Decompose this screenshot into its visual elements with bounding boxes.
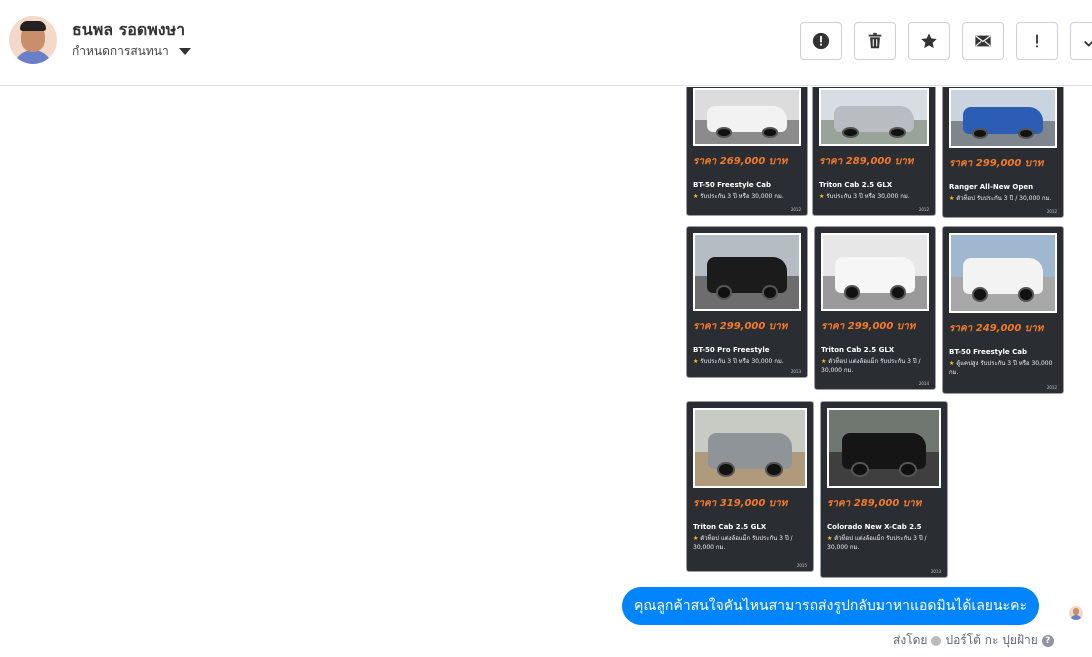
car-photo — [949, 233, 1057, 313]
car-listing-card[interactable]: ราคา 289,000 บาท Colorado New X-Cab 2.5 ★ … — [820, 401, 948, 578]
car-feature-text: รับประกัน 3 ปี หรือ 30,000 กม. — [700, 358, 784, 365]
caret-down-icon — [178, 48, 191, 55]
seen-avatar — [1069, 606, 1083, 620]
alert-circle-icon — [812, 32, 830, 50]
car-feature-text: ตัวท็อป แต่งล้อแม็ก รับประกัน 3 ปี / 30,… — [693, 535, 793, 551]
car-price: ราคา 269,000 บาท — [693, 156, 788, 167]
car-listing-card[interactable]: ราคา 289,000 บาท Triton Cab 2.5 GLX ★ รับป… — [812, 87, 936, 216]
car-year: 2013 — [930, 569, 941, 574]
car-feature-text: ตัวท็อป รับประกัน 3 ปี / 30,000 กม. — [956, 195, 1052, 202]
car-listing-card[interactable]: ราคา 269,000 บาท BT-50 Freestyle Cab ★ รับ… — [686, 87, 808, 216]
car-model: Triton Cab 2.5 GLX — [693, 523, 767, 531]
car-listing-card[interactable]: ราคา 319,000 บาท Triton Cab 2.5 GLX ★ ตัวท… — [686, 401, 814, 572]
car-price: ราคา 299,000 บาท — [693, 321, 788, 332]
car-price: ราคา 319,000 บาท — [693, 498, 788, 509]
car-features: ★ ตัวท็อป แต่งล้อแม็ก รับประกัน 3 ปี / 3… — [693, 534, 807, 552]
car-feature-text: รับประกัน 3 ปี หรือ 30,000 กม. — [700, 193, 784, 200]
trash-icon — [868, 32, 882, 49]
car-features: ★ ตัวท็อป รับประกัน 3 ปี / 30,000 กม. — [949, 194, 1057, 203]
car-features: ★ ตัวท็อป แต่งล้อแม็ก รับประกัน 3 ปี / 3… — [827, 534, 941, 552]
car-year: 2014 — [918, 381, 929, 386]
conversation-schedule-dropdown[interactable]: กำหนดการสนทนา — [72, 42, 191, 61]
car-feature-text: ตัวท็อป แต่งล้อแม็ก รับประกัน 3 ปี / 30,… — [827, 535, 927, 551]
star-button[interactable] — [908, 22, 950, 60]
car-year: 2013 — [790, 369, 801, 374]
contact-name[interactable]: ธนพล รอดพงษา — [72, 18, 185, 43]
star-icon — [921, 33, 937, 49]
car-photo — [827, 408, 941, 488]
car-model: Ranger All-New Open — [949, 183, 1034, 191]
car-feature-text: รับประกัน 3 ปี หรือ 30,000 กม. — [826, 193, 910, 200]
alert-button[interactable] — [800, 22, 842, 60]
mark-unread-button[interactable] — [962, 22, 1004, 60]
car-model: Colorado New X-Cab 2.5 — [827, 523, 922, 531]
header-actions — [800, 22, 1092, 60]
help-icon[interactable]: ? — [1041, 634, 1054, 647]
mark-done-button[interactable] — [1070, 22, 1092, 60]
car-price: ราคา 299,000 บาท — [821, 321, 916, 332]
car-listing-card[interactable]: ราคา 299,000 บาท BT-50 Pro Freestyle ★ รับ… — [686, 226, 808, 378]
exclamation-icon — [1036, 34, 1038, 48]
conversation-schedule-label: กำหนดการสนทนา — [72, 44, 169, 58]
car-year: 2012 — [790, 207, 801, 212]
car-photo — [693, 88, 801, 146]
verified-icon — [931, 635, 942, 646]
car-feature-text: ตู้แคปสูง รับประกัน 3 ปี หรือ 30,000 กม. — [949, 360, 1053, 376]
message-thread[interactable]: ราคา 269,000 บาท BT-50 Freestyle Cab ★ รับ… — [0, 87, 1092, 657]
car-year: 2015 — [796, 563, 807, 568]
car-photo — [949, 88, 1057, 148]
car-features: ★ ตู้แคปสูง รับประกัน 3 ปี หรือ 30,000 ก… — [949, 359, 1057, 377]
car-photo — [693, 233, 801, 311]
car-photo — [693, 408, 807, 488]
car-listing-card[interactable]: ราคา 249,000 บาท BT-50 Freestyle Cab ★ ตู้… — [942, 226, 1064, 394]
message-bubble[interactable]: คุณลูกค้าสนใจคันไหนสามารถส่งรูปกลับมาหาแ… — [622, 587, 1039, 625]
sender-name[interactable]: ปอร์โต้ กะ ปุยฝ้าย — [945, 631, 1037, 650]
car-feature-text: ตัวท็อป แต่งล้อแม็ก รับประกัน 3 ปี / 30,… — [821, 358, 921, 374]
car-listing-card[interactable]: ราคา 299,000 บาท Ranger All-New Open ★ ตัว… — [942, 87, 1064, 218]
car-price: ราคา 249,000 บาท — [949, 323, 1044, 334]
car-year: 2012 — [918, 207, 929, 212]
car-year: 2012 — [1046, 209, 1057, 214]
car-model: BT-50 Pro Freestyle — [693, 346, 770, 354]
car-model: BT-50 Freestyle Cab — [949, 348, 1027, 356]
conversation-header: ธนพล รอดพงษา กำหนดการสนทนา — [0, 0, 1092, 86]
car-listing-card[interactable]: ราคา 299,000 บาท Triton Cab 2.5 GLX ★ ตัวท… — [814, 226, 936, 390]
car-price: ราคา 289,000 บาท — [819, 156, 914, 167]
car-photo — [821, 233, 929, 311]
car-model: Triton Cab 2.5 GLX — [821, 346, 895, 354]
car-year: 2012 — [1046, 385, 1057, 390]
car-features: ★ รับประกัน 3 ปี หรือ 30,000 กม. — [693, 357, 801, 366]
sent-by-line: ส่งโดย ปอร์โต้ กะ ปุยฝ้าย ? — [893, 631, 1054, 650]
contact-avatar[interactable] — [9, 16, 57, 64]
car-model: Triton Cab 2.5 GLX — [819, 181, 893, 189]
car-features: ★ รับประกัน 3 ปี หรือ 30,000 กม. — [693, 192, 801, 201]
sent-by-label: ส่งโดย — [893, 633, 928, 647]
spam-button[interactable] — [1016, 22, 1058, 60]
envelope-icon — [975, 35, 991, 47]
car-features: ★ รับประกัน 3 ปี หรือ 30,000 กม. — [819, 192, 929, 201]
car-price: ราคา 289,000 บาท — [827, 498, 922, 509]
car-photo — [819, 88, 929, 146]
car-model: BT-50 Freestyle Cab — [693, 181, 771, 189]
car-features: ★ ตัวท็อป แต่งล้อแม็ก รับประกัน 3 ปี / 3… — [821, 357, 929, 375]
message-text: คุณลูกค้าสนใจคันไหนสามารถส่งรูปกลับมาหาแ… — [634, 598, 1027, 614]
check-icon — [1084, 40, 1092, 47]
car-price: ราคา 299,000 บาท — [949, 158, 1044, 169]
delete-button[interactable] — [854, 22, 896, 60]
